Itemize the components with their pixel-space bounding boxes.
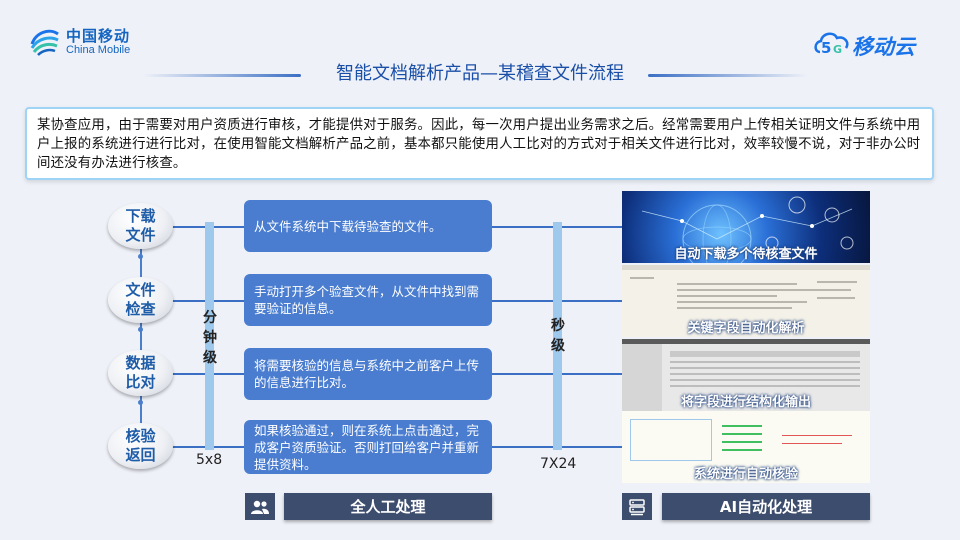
desc-inspect: 手动打开多个验查文件，从文件中找到需要验证的信息。: [244, 274, 492, 326]
table-row: [670, 379, 860, 381]
title-underline-right: [648, 74, 808, 77]
intro-text: 某协查应用，由于需要对用户资质进行审核，才能提供对于服务。因此，每一次用户提出业…: [25, 107, 934, 180]
doc-line: [630, 277, 654, 279]
doc-line: [817, 297, 855, 299]
title-underline-left: [143, 74, 301, 77]
page-title: 智能文档解析产品—某稽查文件流程: [336, 63, 624, 84]
verify-fail-mark: [782, 443, 842, 444]
verify-pass-mark: [722, 449, 762, 451]
manual-footer: 全人工处理: [284, 493, 492, 520]
desc-compare: 将需要核验的信息与系统中之前客户上传的信息进行比对。: [244, 348, 492, 400]
5g-cloud-icon: 5 G: [814, 32, 849, 57]
ai-footer-icon: [622, 493, 652, 520]
ai-caption-verify: 系统进行自动核验: [693, 467, 798, 482]
desc-download-text: 从文件系统中下载待验查的文件。: [254, 218, 442, 234]
step-dot-1: [138, 254, 143, 259]
step-dot-2: [138, 327, 143, 332]
china-mobile-mark-icon: [30, 29, 59, 56]
verify-fail-mark: [782, 435, 852, 436]
table-row: [670, 367, 860, 369]
step-compare: 数据 比对: [108, 350, 173, 396]
manual-speed-label: 分钟级: [200, 308, 220, 368]
svg-text:G: G: [833, 43, 842, 56]
desc-verify-text: 如果核验通过，则在系统上点击通过，完成客户资质验证。否则打回给客户并重新提供资料…: [254, 422, 480, 472]
server-icon: [629, 498, 645, 515]
step-inspect-label: 文件 检查: [125, 281, 156, 318]
doc-line: [677, 289, 817, 291]
manual-rate-label: 5x8: [196, 452, 223, 468]
china-mobile-logo: 中国移动 China Mobile: [28, 22, 148, 62]
ai-parse-image: 关键字段自动化解析: [622, 265, 870, 337]
verify-pass-mark: [722, 425, 762, 427]
manual-speed-text: 分钟级: [203, 310, 217, 366]
step-connector-1: [140, 248, 142, 278]
table-header: [670, 351, 860, 357]
table-row: [670, 373, 860, 375]
doc-header-strip: [622, 265, 870, 270]
users-icon: [251, 500, 269, 514]
ai-structure-image: 将字段进行结构化输出: [622, 339, 870, 411]
cloud-logo-text: 移动云: [852, 35, 915, 59]
ai-caption-parse: 关键字段自动化解析: [687, 321, 805, 336]
desc-verify: 如果核验通过，则在系统上点击通过，完成客户资质验证。否则打回给客户并重新提供资料…: [244, 420, 492, 474]
manual-footer-icon: [245, 493, 275, 520]
ai-caption-structure: 将字段进行结构化输出: [680, 395, 811, 410]
step-verify: 核验 返回: [108, 423, 173, 469]
ai-speed-text: 秒级: [551, 318, 565, 354]
ai-caption-download: 自动下载多个待核查文件: [674, 247, 818, 262]
svg-text:5: 5: [821, 39, 831, 57]
doc-line: [677, 301, 807, 303]
ai-footer: AI自动化处理: [662, 493, 870, 520]
ai-verify-image: 系统进行自动核验: [622, 411, 870, 483]
verify-pass-mark: [722, 441, 762, 443]
ai-footer-text: AI自动化处理: [719, 498, 813, 516]
doc-line: [677, 307, 792, 309]
china-mobile-cn: 中国移动: [66, 27, 131, 45]
desc-compare-text: 将需要核验的信息与系统中之前客户上传的信息进行比对。: [254, 358, 480, 390]
manual-footer-text: 全人工处理: [350, 498, 426, 516]
step-compare-label: 数据 比对: [125, 354, 156, 391]
doc-line: [677, 295, 777, 297]
mobile-cloud-logo: 5 G 移动云: [812, 26, 932, 62]
ai-speed-label: 秒级: [548, 316, 568, 356]
step-inspect: 文件 检查: [108, 277, 173, 323]
ai-rate-label: 7X24: [540, 456, 577, 472]
doc-line: [817, 281, 857, 283]
table-row: [670, 385, 860, 387]
table-row: [670, 361, 860, 363]
verify-panel: [630, 419, 712, 461]
verify-pass-mark: [722, 433, 762, 435]
china-mobile-en: China Mobile: [66, 44, 131, 56]
desc-download: 从文件系统中下载待验查的文件。: [244, 200, 492, 252]
doc-line: [677, 283, 797, 285]
doc-line: [817, 289, 851, 291]
step-dot-3: [138, 400, 143, 405]
step-download-label: 下载 文件: [125, 207, 156, 244]
step-verify-label: 核验 返回: [125, 427, 156, 464]
step-download: 下载 文件: [108, 203, 173, 249]
desc-inspect-text: 手动打开多个验查文件，从文件中找到需要验证的信息。: [254, 284, 480, 316]
ai-download-image: 自动下载多个待核查文件: [622, 191, 870, 263]
